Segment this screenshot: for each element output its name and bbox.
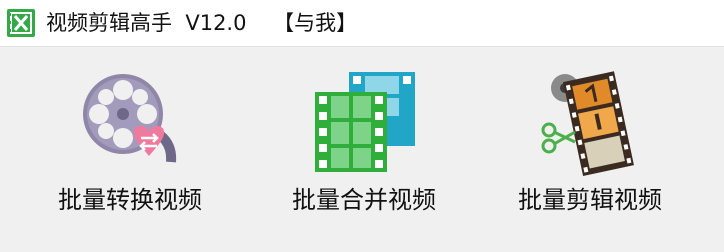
batch-convert-label: 批量转换视频 [58,186,202,214]
merge-filmstrips-icon [315,72,415,172]
batch-merge-button[interactable]: 批量合并视频 [254,58,474,234]
window-title: 视频剪辑高手 V12.0 【与我】 [46,11,358,35]
film-reel-convert-icon [83,74,177,163]
app-window: 视频剪辑高手 V12.0 【与我】 批量转换视频 批量合并视频 批量剪辑视频 [0,0,724,252]
filmstrip-scissors-icon [541,71,634,176]
title-bar: 视频剪辑高手 V12.0 【与我】 [0,0,724,47]
batch-merge-label: 批量合并视频 [292,186,436,214]
film-strip-app-icon [7,9,35,37]
batch-convert-button[interactable]: 批量转换视频 [20,58,240,234]
batch-cut-label: 批量剪辑视频 [518,186,662,214]
batch-cut-button[interactable]: 批量剪辑视频 [480,58,700,234]
